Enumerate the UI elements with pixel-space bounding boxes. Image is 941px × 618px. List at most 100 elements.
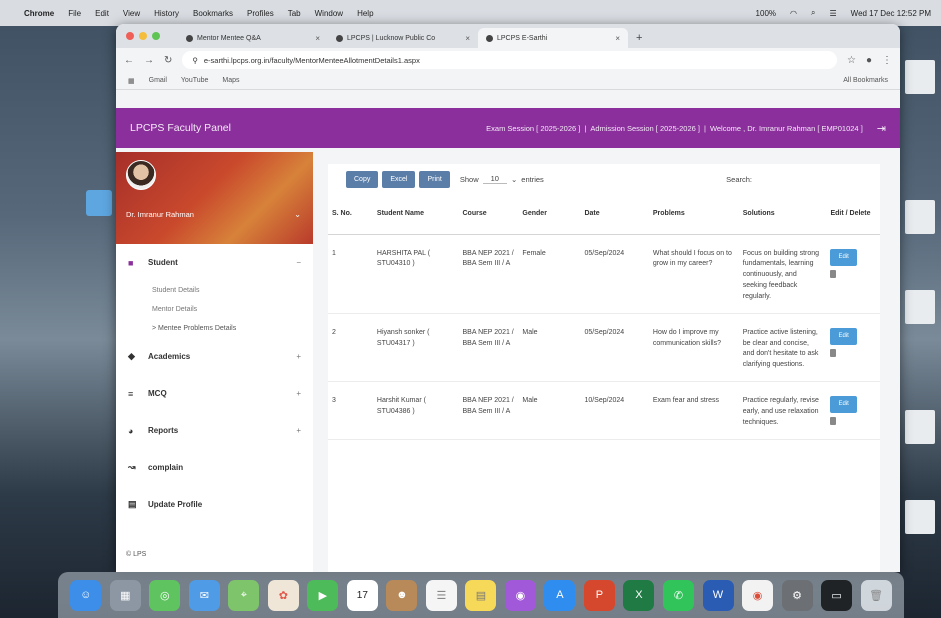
chevron-down-icon[interactable]: ⌄: [294, 210, 301, 219]
menubar-clock[interactable]: Wed 17 Dec 12:52 PM: [851, 9, 931, 18]
browser-tab[interactable]: Mentor Mentee Q&A ×: [178, 28, 328, 48]
chevron-down-icon[interactable]: ⌄: [511, 175, 517, 184]
word-icon[interactable]: W: [702, 579, 734, 611]
chrome-menu-icon[interactable]: ⋮: [882, 55, 892, 66]
mail-icon[interactable]: ✉: [188, 579, 220, 611]
entries-select[interactable]: 10: [482, 174, 507, 184]
trash-icon[interactable]: 🗑: [860, 579, 892, 611]
terminal-icon[interactable]: ▭: [821, 579, 853, 611]
bookmark-youtube[interactable]: YouTube: [181, 77, 209, 84]
close-tab-icon[interactable]: ×: [465, 34, 470, 43]
col-sno[interactable]: S. No.: [328, 194, 373, 235]
menu-tab[interactable]: Tab: [288, 9, 301, 18]
sidebar-subitem-student-details[interactable]: Student Details: [116, 281, 313, 300]
excel-icon[interactable]: X: [623, 579, 655, 611]
facetime-icon[interactable]: ▶: [307, 579, 339, 611]
edit-button[interactable]: Edit: [830, 327, 857, 346]
desktop-file-icon[interactable]: [905, 60, 935, 94]
col-solutions[interactable]: Solutions: [738, 194, 827, 235]
trash-icon[interactable]: [830, 349, 837, 358]
zoom-window-icon[interactable]: [152, 32, 160, 40]
maps-icon[interactable]: ⌖: [228, 579, 260, 611]
desktop-folder-icon[interactable]: [86, 190, 112, 216]
col-course[interactable]: Course: [458, 194, 519, 235]
mentee-problems-table: S. No. Student Name Course Gender Date P…: [328, 194, 880, 440]
apps-grid-icon[interactable]: ▦: [128, 77, 135, 85]
logout-icon[interactable]: ⇥: [877, 122, 886, 135]
edit-button[interactable]: Edit: [830, 248, 857, 266]
desktop-file-icon[interactable]: [905, 410, 935, 444]
expand-icon[interactable]: +: [296, 426, 301, 435]
close-window-icon[interactable]: [126, 32, 134, 40]
col-student-name[interactable]: Student Name: [372, 194, 459, 235]
whatsapp-icon[interactable]: ✆: [662, 579, 694, 611]
desktop-file-icon[interactable]: [905, 500, 935, 534]
menu-bookmarks[interactable]: Bookmarks: [193, 9, 233, 18]
sidebar-item-mcq[interactable]: ≡ MCQ +: [116, 375, 313, 412]
battery-status[interactable]: 100%: [756, 9, 776, 18]
sidebar-item-complain[interactable]: ↝ complain: [116, 449, 313, 486]
menu-edit[interactable]: Edit: [95, 9, 109, 18]
copy-button[interactable]: Copy: [346, 170, 379, 188]
finder-icon[interactable]: ☺: [70, 579, 102, 611]
menu-history[interactable]: History: [154, 9, 179, 18]
sidebar-subitem-mentee-problems[interactable]: > Mentee Problems Details: [116, 319, 313, 338]
excel-button[interactable]: Excel: [382, 170, 416, 188]
wifi-icon[interactable]: ◠: [790, 9, 797, 18]
menu-help[interactable]: Help: [357, 9, 373, 18]
control-center-icon[interactable]: ☰: [829, 9, 836, 18]
menu-file[interactable]: File: [68, 9, 81, 18]
notes-icon[interactable]: ▤: [465, 579, 497, 611]
powerpoint-icon[interactable]: P: [583, 579, 615, 611]
reminders-icon[interactable]: ☰: [425, 579, 457, 611]
close-tab-icon[interactable]: ×: [615, 34, 620, 43]
all-bookmarks[interactable]: All Bookmarks: [843, 77, 888, 84]
photos-icon[interactable]: ✿: [267, 579, 299, 611]
messages-icon[interactable]: ◎: [149, 579, 181, 611]
col-gender[interactable]: Gender: [518, 194, 581, 235]
edit-button[interactable]: Edit: [830, 396, 857, 414]
sidebar-subitem-mentor-details[interactable]: Mentor Details: [116, 300, 313, 319]
menu-profiles[interactable]: Profiles: [247, 9, 274, 18]
podcasts-icon[interactable]: ◉: [504, 579, 536, 611]
expand-icon[interactable]: +: [296, 389, 301, 398]
minimize-window-icon[interactable]: [139, 32, 147, 40]
close-tab-icon[interactable]: ×: [315, 34, 320, 43]
print-button[interactable]: Print: [419, 170, 450, 188]
sidebar-item-update-profile[interactable]: ▤ Update Profile: [116, 486, 313, 523]
site-info-icon[interactable]: ⚲: [192, 56, 198, 65]
menu-chrome[interactable]: Chrome: [24, 9, 54, 18]
appstore-icon[interactable]: A: [544, 579, 576, 611]
sidebar-item-student[interactable]: ■ Student −: [116, 244, 313, 281]
new-tab-icon[interactable]: +: [628, 32, 650, 48]
profile-avatar-icon[interactable]: ●: [866, 55, 872, 66]
bookmark-star-icon[interactable]: ☆: [847, 55, 856, 66]
reload-icon[interactable]: ↻: [164, 55, 172, 66]
col-problems[interactable]: Problems: [648, 194, 739, 235]
browser-tab[interactable]: LPCPS | Lucknow Public Co ×: [328, 28, 478, 48]
launchpad-icon[interactable]: ▦: [109, 579, 141, 611]
bookmark-gmail[interactable]: Gmail: [149, 77, 167, 84]
menu-window[interactable]: Window: [315, 9, 343, 18]
expand-icon[interactable]: +: [296, 352, 301, 361]
address-bar[interactable]: ⚲ e-sarthi.lpcps.org.in/faculty/MentorMe…: [182, 51, 837, 69]
sidebar-item-reports[interactable]: ◕ Reports +: [116, 412, 313, 449]
bookmark-maps[interactable]: Maps: [222, 77, 239, 84]
collapse-icon[interactable]: −: [296, 258, 301, 267]
desktop-file-icon[interactable]: [905, 290, 935, 324]
settings-icon[interactable]: ⚙: [781, 579, 813, 611]
brand-title[interactable]: LPCPS Faculty Panel: [130, 122, 231, 134]
browser-tab-active[interactable]: LPCPS E-Sarthi ×: [478, 28, 628, 48]
forward-icon[interactable]: →: [144, 55, 154, 66]
trash-icon[interactable]: [830, 269, 837, 278]
contacts-icon[interactable]: ☻: [386, 579, 418, 611]
col-date[interactable]: Date: [580, 194, 649, 235]
chrome-icon[interactable]: ◉: [742, 579, 774, 611]
trash-icon[interactable]: [830, 417, 837, 426]
back-icon[interactable]: ←: [124, 55, 134, 66]
calendar-icon[interactable]: 17: [346, 579, 378, 611]
sidebar-item-academics[interactable]: ◆ Academics +: [116, 338, 313, 375]
spotlight-search-icon[interactable]: ⌕: [811, 8, 815, 18]
desktop-file-icon[interactable]: [905, 200, 935, 234]
menu-view[interactable]: View: [123, 9, 140, 18]
